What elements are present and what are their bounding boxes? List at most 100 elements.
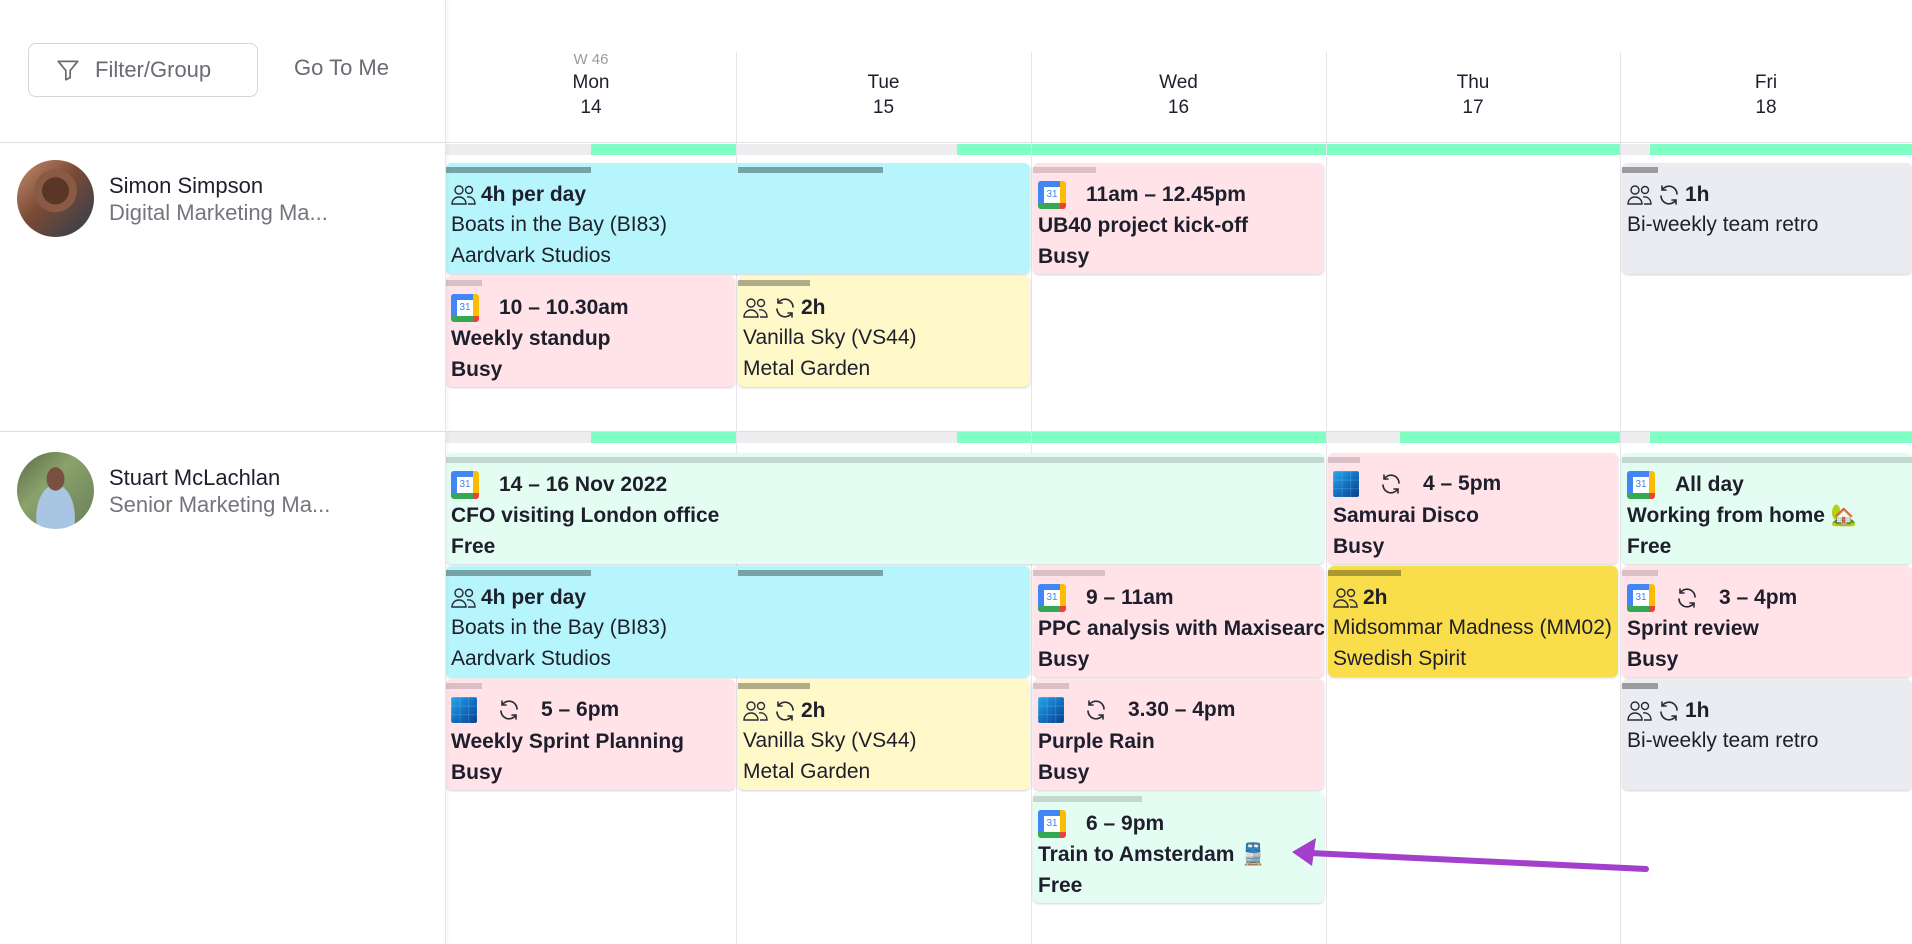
go-to-me-button[interactable]: Go To Me — [294, 55, 389, 81]
event-time: 2h — [1363, 586, 1388, 609]
sync-icon — [776, 701, 794, 721]
capacity-bar — [1032, 144, 1326, 155]
event-subtitle: Free — [451, 535, 496, 558]
day-name: Fri — [1754, 72, 1778, 93]
event-title: Working from home 🏡 — [1627, 504, 1857, 527]
event-subtitle: Busy — [1333, 535, 1385, 558]
event-title: Bi-weekly team retro — [1627, 729, 1819, 752]
filter-icon — [57, 60, 79, 81]
column-divider — [1326, 52, 1327, 944]
event-time: 3.30 – 4pm — [1128, 698, 1236, 721]
week-number: W 46 — [573, 51, 609, 68]
person-row-header[interactable]: Simon Simpson Digital Marketing Ma... — [0, 160, 446, 237]
event-card[interactable]: 5 – 6pm Weekly Sprint Planning Busy — [446, 679, 735, 790]
event-subtitle: Busy — [1038, 245, 1090, 268]
day-name: Wed — [1159, 72, 1198, 93]
allocation-bar — [446, 570, 591, 576]
event-card[interactable]: 2h Vanilla Sky (VS44) Metal Garden — [738, 679, 1030, 790]
event-bar — [1033, 167, 1096, 173]
outlook-calendar-icon — [451, 697, 477, 723]
capacity-fill — [591, 432, 736, 443]
event-title: Train to Amsterdam 🚆 — [1038, 843, 1267, 866]
sync-icon — [1660, 701, 1678, 721]
event-card[interactable]: 31 9 – 11am PPC analysis with Maxisearch… — [1033, 566, 1324, 677]
event-subtitle: Busy — [1038, 761, 1090, 784]
event-card[interactable]: 1h Bi-weekly team retro — [1622, 679, 1912, 790]
event-card[interactable]: 31 3 – 4pm Sprint review Busy — [1622, 566, 1912, 677]
event-card[interactable]: 3.30 – 4pm Purple Rain Busy — [1033, 679, 1324, 790]
allocation-bar — [738, 570, 883, 576]
sync-icon — [500, 700, 518, 720]
event-card[interactable]: 2h Midsommar Madness (MM02) Swedish Spir… — [1328, 566, 1618, 677]
event-card[interactable]: 2h Vanilla Sky (VS44) Metal Garden — [738, 276, 1030, 387]
day-number: 15 — [872, 97, 895, 118]
event-time: All day — [1675, 473, 1744, 496]
sync-icon — [776, 298, 794, 318]
sync-icon — [1660, 185, 1678, 205]
event-time: 1h — [1685, 699, 1710, 722]
person-role: Digital Marketing Ma... — [109, 199, 328, 225]
outlook-calendar-icon — [1038, 697, 1064, 723]
filter-group-button[interactable]: Filter/Group — [28, 43, 258, 97]
capacity-bar — [1032, 432, 1326, 443]
capacity-fill — [1650, 144, 1912, 155]
sync-icon — [1087, 700, 1105, 720]
event-card[interactable]: 1h Bi-weekly team retro — [1622, 163, 1912, 274]
event-title: Weekly standup — [451, 327, 611, 350]
day-header-tue: Tue 15 — [736, 50, 1031, 120]
event-time: 5 – 6pm — [541, 698, 620, 721]
event-time: 14 – 16 Nov 2022 — [499, 473, 668, 496]
person-role: Senior Marketing Ma... — [109, 491, 331, 517]
event-title: Midsommar Madness (MM02) — [1333, 616, 1612, 639]
event-card[interactable]: 4h per day Boats in the Bay (BI83) Aardv… — [446, 163, 1030, 274]
event-card[interactable]: 31 11am – 12.45pm UB40 project kick-off … — [1033, 163, 1324, 274]
people-sidebar: Filter/Group Go To Me Simon Simpson Digi… — [0, 0, 446, 944]
capacity-fill — [1400, 432, 1620, 443]
event-title: Weekly Sprint Planning — [451, 730, 684, 753]
capacity-bar — [1327, 144, 1620, 155]
people-icon — [451, 185, 476, 205]
allocation-bar — [1328, 570, 1401, 576]
event-card[interactable]: 31 All day Working from home 🏡 Free — [1622, 453, 1912, 564]
event-card[interactable]: 31 6 – 9pm Train to Amsterdam 🚆 Free — [1033, 792, 1324, 903]
event-card[interactable]: 4 – 5pm Samurai Disco Busy — [1328, 453, 1618, 564]
event-subtitle: Free — [1038, 874, 1083, 897]
allocation-bar — [738, 167, 883, 173]
capacity-bar — [737, 432, 1031, 443]
person-name: Simon Simpson — [109, 172, 264, 198]
event-card[interactable]: 31 14 – 16 Nov 2022 CFO visiting London … — [446, 453, 1324, 564]
event-bar — [446, 280, 482, 286]
event-bar — [1328, 457, 1360, 463]
event-subtitle: Free — [1627, 535, 1672, 558]
event-card[interactable]: 31 10 – 10.30am Weekly standup Busy — [446, 276, 735, 387]
google-calendar-icon: 31 — [1627, 584, 1655, 612]
event-bar — [1033, 683, 1069, 689]
day-number: 18 — [1755, 97, 1777, 118]
event-title: Boats in the Bay (BI83) — [451, 213, 667, 236]
capacity-bar — [1621, 432, 1912, 443]
outlook-calendar-icon — [1333, 471, 1359, 497]
event-card[interactable]: 4h per day Boats in the Bay (BI83) Aardv… — [446, 566, 1030, 677]
event-title: UB40 project kick-off — [1038, 214, 1249, 237]
allocation-bar — [446, 167, 591, 173]
sidebar-toolbar: Filter/Group Go To Me — [0, 0, 446, 143]
google-calendar-icon: 31 — [1627, 471, 1655, 499]
day-name: Thu — [1456, 72, 1490, 93]
event-bar — [1622, 457, 1912, 463]
event-title: PPC analysis with Maxisearch — [1038, 617, 1324, 640]
capacity-bar — [1327, 432, 1620, 443]
google-calendar-icon: 31 — [1038, 584, 1066, 612]
event-time: 1h — [1685, 183, 1710, 206]
day-number: 16 — [1167, 97, 1190, 118]
event-bar — [446, 457, 1324, 463]
event-bar — [1622, 570, 1658, 576]
day-number: 17 — [1462, 97, 1484, 118]
event-time: 4h per day — [481, 183, 587, 206]
event-subtitle: Metal Garden — [743, 760, 871, 783]
allocation-bar — [738, 280, 810, 286]
day-header-wed: Wed 16 — [1031, 50, 1326, 120]
person-row-header[interactable]: Stuart McLachlan Senior Marketing Ma... — [0, 452, 446, 529]
person-name: Stuart McLachlan — [109, 464, 281, 490]
event-time: 6 – 9pm — [1086, 812, 1165, 835]
sync-icon — [1382, 474, 1400, 494]
